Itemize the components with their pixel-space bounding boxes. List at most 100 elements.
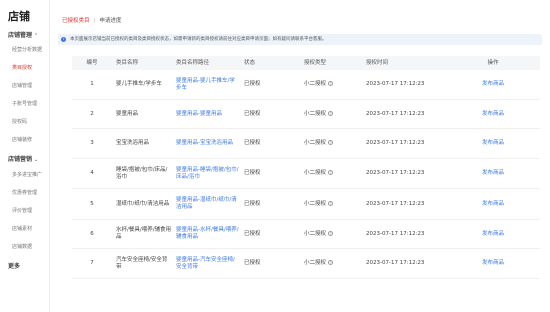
row-category-path[interactable]: 婴童用品-宝宝洗浴用品 (172, 140, 240, 147)
sidebar-group-shop-marketing[interactable]: 店铺营销 ⌄ (8, 154, 38, 163)
notice-text: 本页面展示店铺当前已授权的类目及类目授权状态，如需申请新的类目授权请前往对应类目… (70, 37, 327, 42)
sidebar-item-6[interactable]: 多多进宝推广 (12, 171, 42, 178)
header-operation: 操作 (487, 59, 499, 66)
row-category-name: 宝宝洗浴用品 (116, 140, 150, 146)
table-row: 1 婴儿手推车/学步车 婴童用品-婴儿手推车/学步车 已授权 小二授权? 202… (72, 70, 540, 100)
row-category-name: 婴儿手推车/学步车 (116, 81, 162, 87)
table-row: 3 宝宝洗浴用品 婴童用品-宝宝洗浴用品 已授权 小二授权? 2023-07-1… (72, 129, 540, 159)
help-icon[interactable]: ? (328, 170, 334, 175)
auth-type-label: 小二授权 (304, 230, 327, 237)
auth-type-label: 小二授权 (304, 140, 327, 146)
chevron-down-icon: ⌄ (34, 157, 39, 163)
row-index: 4 (90, 170, 94, 176)
row-auth-time: 2023-07-17 17:12:23 (366, 200, 425, 207)
sidebar-group-label: 店铺营销 (8, 156, 33, 163)
sidebar-item-0[interactable]: 经营分析数据 (12, 46, 42, 53)
table-row: 6 水杯/餐具/喂养/辅食用品 婴童用品-水杯/餐具/喂养/辅食用品 已授权 小… (72, 220, 540, 249)
row-auth-time: 2023-07-17 17:12:23 (366, 230, 425, 237)
auth-type-label: 小二授权 (304, 200, 327, 207)
row-auth-time: 2023-07-17 17:12:23 (366, 110, 425, 117)
row-status: 已授权 (244, 260, 261, 266)
sidebar: 店铺 店铺管理 ⌃ 经营分析数据 类目授权 店铺管理 子账号管理 授权码 店铺装修… (0, 0, 50, 312)
notice-banner: i 本页面展示店铺当前已授权的类目及类目授权状态，如需申请新的类目授权请前往对应… (58, 34, 542, 45)
row-status: 已授权 (244, 170, 261, 176)
authorization-table: 编号 类目名称 类目名称路径 状态 授权类型 授权时间 操作 1 婴儿手推车/学… (72, 56, 540, 279)
auth-type-label: 小二授权 (304, 110, 327, 117)
header-auth-type: 授权类型 (304, 59, 327, 66)
header-index: 编号 (86, 59, 98, 66)
sidebar-item-10[interactable]: 店铺数据 (12, 243, 32, 250)
info-icon: i (61, 37, 66, 42)
sidebar-item-4[interactable]: 授权码 (12, 118, 27, 125)
table-row: 7 汽车安全座椅/安全背带 婴童用品-汽车安全座椅/安全背带 已授权 小二授权?… (72, 249, 540, 279)
sidebar-item-2[interactable]: 店铺管理 (12, 82, 32, 89)
row-category-path[interactable]: 婴童用品-汽车安全座椅/安全背带 (172, 257, 240, 271)
sidebar-item-7[interactable]: 优惠券管理 (12, 189, 37, 196)
sidebar-item-9[interactable]: 店铺素材 (12, 225, 32, 232)
auth-type-label: 小二授权 (304, 260, 327, 266)
publish-product-link[interactable]: 发布商品 (446, 81, 540, 88)
publish-product-link[interactable]: 发布商品 (446, 260, 540, 267)
sidebar-more[interactable]: 更多 (8, 261, 20, 270)
row-status: 已授权 (244, 81, 261, 87)
help-icon[interactable]: ? (328, 140, 334, 145)
row-index: 6 (90, 230, 94, 237)
help-icon[interactable]: ? (328, 260, 334, 265)
help-icon[interactable]: ? (328, 230, 334, 236)
publish-product-link[interactable]: 发布商品 (446, 111, 540, 118)
header-category-name: 类目名称 (116, 59, 139, 66)
row-status: 已授权 (244, 110, 261, 117)
row-category-name: 水杯/餐具/喂养/辅食用品 (116, 227, 172, 240)
row-category-path[interactable]: 婴童用品-婴童用品 (172, 111, 240, 118)
sidebar-group-shop-management[interactable]: 店铺管理 ⌃ (8, 30, 38, 39)
help-icon[interactable]: ? (328, 81, 334, 86)
row-auth-type: 小二授权? (300, 110, 362, 118)
header-category-path: 类目名称路径 (176, 59, 210, 66)
row-status: 已授权 (244, 140, 261, 146)
row-index: 5 (90, 200, 94, 207)
sidebar-group-label: 店铺管理 (8, 32, 33, 39)
sidebar-item-8[interactable]: 评价管理 (12, 207, 32, 214)
publish-product-link[interactable]: 发布商品 (446, 140, 540, 147)
publish-product-link[interactable]: 发布商品 (446, 231, 540, 238)
table-row: 2 婴童用品 婴童用品-婴童用品 已授权 小二授权? 2023-07-17 17… (72, 100, 540, 129)
breadcrumb-current: 申请进度 (99, 18, 122, 24)
row-auth-type: 小二授权? (300, 230, 362, 238)
row-auth-time: 2023-07-17 17:12:23 (366, 170, 425, 176)
header-status: 状态 (244, 59, 256, 66)
row-index: 3 (90, 140, 94, 146)
row-auth-type: 小二授权? (300, 170, 362, 177)
help-icon[interactable]: ? (328, 110, 334, 116)
row-auth-type: 小二授权? (300, 81, 362, 88)
row-auth-type: 小二授权? (300, 260, 362, 267)
chevron-up-icon: ⌃ (34, 33, 39, 39)
row-index: 2 (90, 110, 94, 117)
publish-product-link[interactable]: 发布商品 (446, 201, 540, 208)
main-content: 已授权类目 | 申请进度 i 本页面展示店铺当前已授权的类目及类目授权状态，如需申请… (50, 0, 550, 312)
row-index: 1 (90, 81, 94, 87)
breadcrumb-separator: | (93, 18, 96, 24)
row-category-path[interactable]: 婴童用品-睡袋/抱被/包巾/床品/浴巾 (172, 167, 240, 181)
table-row: 4 睡袋/抱被/包巾/床品/浴巾 婴童用品-睡袋/抱被/包巾/床品/浴巾 已授权… (72, 159, 540, 189)
sidebar-item-1[interactable]: 类目授权 (12, 64, 32, 71)
row-auth-time: 2023-07-17 17:12:23 (366, 260, 425, 266)
sidebar-item-3[interactable]: 子账号管理 (12, 100, 37, 107)
sidebar-item-5[interactable]: 店铺装修 (12, 136, 32, 143)
publish-product-link[interactable]: 发布商品 (446, 170, 540, 177)
row-auth-time: 2023-07-17 17:12:23 (366, 140, 425, 146)
row-category-path[interactable]: 婴童用品-婴儿手推车/学步车 (172, 78, 240, 92)
breadcrumb: 已授权类目 | 申请进度 (62, 16, 121, 24)
row-category-path[interactable]: 婴童用品-湿纸巾/纸巾/清洁用品 (172, 197, 240, 211)
row-auth-time: 2023-07-17 17:12:23 (366, 81, 425, 87)
row-category-path[interactable]: 婴童用品-水杯/餐具/喂养/辅食用品 (172, 227, 240, 241)
breadcrumb-parent-link[interactable]: 已授权类目 (62, 18, 90, 24)
help-icon[interactable]: ? (328, 200, 334, 206)
sidebar-title: 店铺 (8, 10, 30, 23)
row-category-name: 婴童用品 (116, 110, 139, 117)
header-auth-time: 授权时间 (366, 59, 389, 66)
row-index: 7 (90, 260, 94, 266)
row-auth-type: 小二授权? (300, 200, 362, 208)
row-category-name: 湿纸巾/纸巾/清洁用品 (116, 200, 170, 207)
row-category-name: 睡袋/抱被/包巾/床品/浴巾 (116, 166, 168, 180)
row-auth-type: 小二授权? (300, 140, 362, 147)
